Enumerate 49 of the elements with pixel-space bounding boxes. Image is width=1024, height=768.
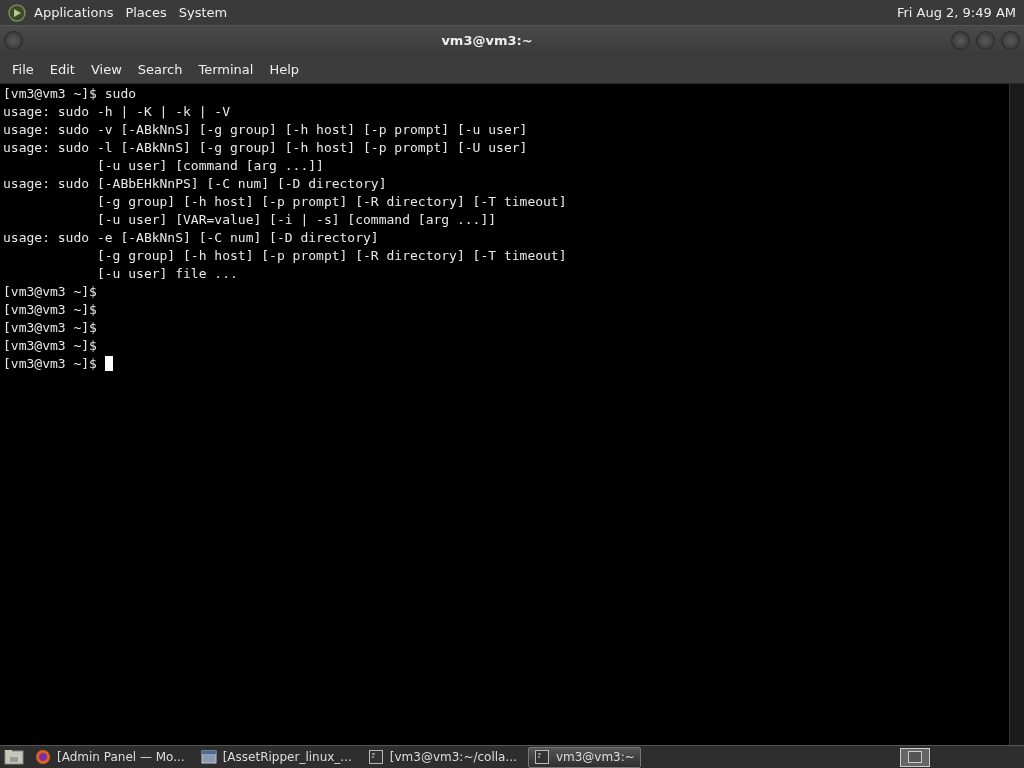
terminal-line: [-u user] [command [arg ...]] xyxy=(95,157,325,175)
taskbar-button[interactable]: vm3@vm3:~ xyxy=(527,746,641,768)
clock[interactable]: Fri Aug 2, 9:49 AM xyxy=(892,5,1020,20)
menu-item[interactable]: Search xyxy=(129,61,191,77)
taskbar-label: [AssetRipper_linux_... xyxy=(222,750,352,764)
window-icon xyxy=(200,749,217,765)
terminal-line: usage: sudo [-ABbEHkNnPS] [-C num] [-D directory] xyxy=(3,175,388,193)
menu-item[interactable]: File xyxy=(4,61,42,77)
terminal-line: [-u user] file ... xyxy=(95,265,239,283)
minimize-button[interactable] xyxy=(951,31,970,50)
panel-menu[interactable]: System xyxy=(174,5,232,20)
menu-item[interactable]: Help xyxy=(261,61,308,77)
terminal-line: [vm3@vm3 ~]$ xyxy=(3,301,98,319)
taskbar-label: vm3@vm3:~ xyxy=(555,750,635,764)
terminal-line: usage: sudo -e [-ABkNnS] [-C num] [-D directory] xyxy=(3,229,380,247)
terminal-line: [-g group] [-h host] [-p prompt] [-R directory] [-T timeout] xyxy=(95,193,568,211)
terminal-line: [vm3@vm3 ~]$ xyxy=(3,355,1006,373)
maximize-button[interactable] xyxy=(976,31,995,50)
panel-menu[interactable]: Applications xyxy=(30,5,118,20)
scrollbar[interactable] xyxy=(1009,84,1024,745)
menu-item[interactable]: Terminal xyxy=(190,61,262,77)
terminal-line: [vm3@vm3 ~]$ xyxy=(3,337,98,355)
terminal-line: usage: sudo -h | -K | -k | -V xyxy=(3,103,231,121)
window-menu-button[interactable] xyxy=(4,31,23,50)
terminal-line: usage: sudo -l [-ABkNnS] [-g group] [-h host] [-p prompt] [-U user] xyxy=(3,139,529,157)
window-title: vm3@vm3:~ xyxy=(440,33,534,48)
taskbar-button[interactable]: [AssetRipper_linux_... xyxy=(195,746,357,768)
folder-icon xyxy=(4,748,24,766)
terminal-line: [vm3@vm3 ~]$ xyxy=(3,319,98,337)
terminal-line: [-u user] [VAR=value] [-i | -s] [command [arg ...]] xyxy=(95,211,498,229)
terminal-line: [-g group] [-h host] [-p prompt] [-R directory] [-T timeout] xyxy=(95,247,568,265)
workspace-switcher[interactable] xyxy=(900,747,930,767)
terminal-line: usage: sudo -v [-ABkNnS] [-g group] [-h host] [-p prompt] [-u user] xyxy=(3,121,529,139)
terminal-line: [vm3@vm3 ~]$ xyxy=(3,283,98,301)
menu-item[interactable]: Edit xyxy=(41,61,83,77)
text-cursor xyxy=(104,356,113,371)
taskbar-button[interactable]: [Admin Panel — Mo... xyxy=(30,746,190,768)
terminal-line: [vm3@vm3 ~]$ sudo xyxy=(3,85,138,103)
terminal-icon xyxy=(533,749,550,765)
taskbar-label: [Admin Panel — Mo... xyxy=(57,750,185,764)
taskbar-button[interactable]: [vm3@vm3:~/colla... xyxy=(362,746,522,768)
panel-menu[interactable]: Places xyxy=(121,5,171,20)
menu-item[interactable]: View xyxy=(82,61,130,77)
close-button[interactable] xyxy=(1001,31,1020,50)
logo-icon xyxy=(8,3,26,22)
browser-icon xyxy=(35,749,51,765)
terminal-icon xyxy=(367,749,384,765)
taskbar-label: [vm3@vm3:~/colla... xyxy=(389,750,517,764)
window-icon xyxy=(907,750,923,764)
